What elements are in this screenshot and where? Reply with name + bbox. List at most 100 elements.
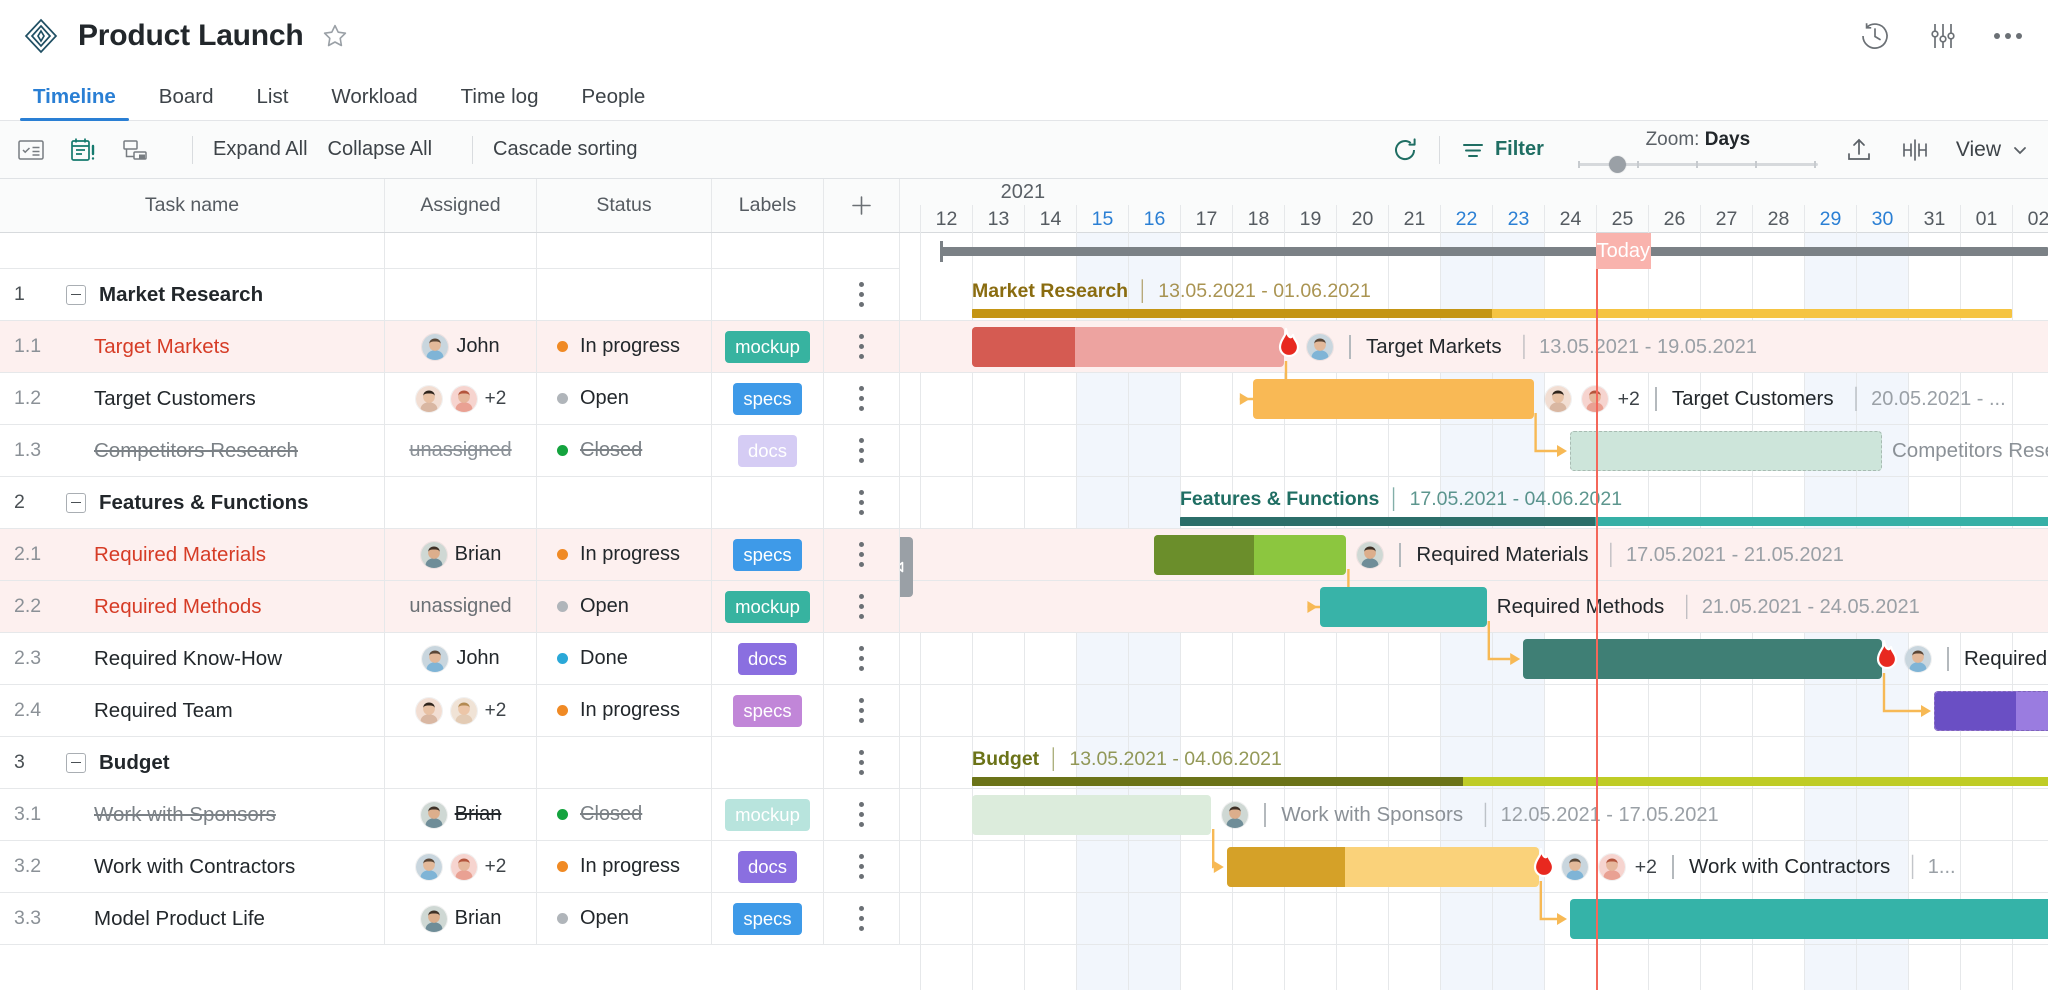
- kebab-menu-icon[interactable]: [859, 386, 864, 411]
- cell-task-name[interactable]: 1.2 Target Customers: [0, 373, 385, 424]
- cell-labels[interactable]: mockup: [712, 789, 824, 840]
- day-column-header[interactable]: 21: [1388, 205, 1440, 233]
- task-name-label[interactable]: Model Product Life: [66, 907, 265, 931]
- cell-status[interactable]: Closed: [537, 425, 712, 476]
- checklist-icon[interactable]: [16, 135, 46, 165]
- kebab-menu-icon[interactable]: [859, 906, 864, 931]
- day-column-header[interactable]: 02: [2012, 205, 2048, 233]
- filter-button[interactable]: Filter: [1460, 137, 1544, 163]
- day-column-header[interactable]: 17: [1180, 205, 1232, 233]
- cell-task-name[interactable]: 3.2 Work with Contractors: [0, 841, 385, 892]
- gantt-task-bar[interactable]: [1570, 431, 1882, 471]
- task-name-label[interactable]: Competitors Research: [66, 439, 298, 463]
- avatar[interactable]: [419, 800, 448, 829]
- cell-task-name[interactable]: 1.3 Competitors Research: [0, 425, 385, 476]
- cell-labels[interactable]: [712, 737, 824, 788]
- cell-labels[interactable]: specs: [712, 893, 824, 944]
- star-favorite-icon[interactable]: [322, 23, 348, 49]
- cell-row-menu[interactable]: [824, 529, 900, 580]
- gantt-task-bar[interactable]: [1226, 847, 1539, 887]
- day-column-header[interactable]: 14: [1024, 205, 1076, 233]
- gantt-summary-bar[interactable]: Budget │ 13.05.2021 - 04.06.2021: [972, 748, 2048, 786]
- sliders-settings-icon[interactable]: [1926, 19, 1960, 53]
- table-row[interactable]: 2.1 Required Materials Brian In progress spe…: [0, 529, 900, 581]
- table-row[interactable]: 2.3 Required Know-How John Done docs: [0, 633, 900, 685]
- cell-status[interactable]: Closed: [537, 789, 712, 840]
- cell-row-menu[interactable]: [824, 737, 900, 788]
- cell-labels[interactable]: docs: [712, 425, 824, 476]
- collapse-toggle-icon[interactable]: [66, 492, 86, 513]
- status-badge[interactable]: specs: [733, 538, 802, 571]
- day-column-header[interactable]: 20: [1336, 205, 1388, 233]
- cell-labels[interactable]: docs: [712, 841, 824, 892]
- column-header-status[interactable]: Status: [537, 179, 712, 232]
- cell-labels[interactable]: [712, 477, 824, 528]
- cell-status[interactable]: Open: [537, 893, 712, 944]
- task-name-label[interactable]: Target Customers: [66, 387, 256, 411]
- tab-workload[interactable]: Workload: [318, 85, 430, 120]
- day-column-header[interactable]: 26: [1648, 205, 1700, 233]
- cell-assigned[interactable]: unassigned: [385, 425, 537, 476]
- kebab-menu-icon[interactable]: [859, 334, 864, 359]
- avatar[interactable]: [419, 540, 448, 569]
- table-row[interactable]: 3.2 Work with Contractors +2 In progress doc…: [0, 841, 900, 893]
- cell-labels[interactable]: docs: [712, 633, 824, 684]
- cell-status[interactable]: Open: [537, 373, 712, 424]
- kebab-menu-icon[interactable]: [859, 698, 864, 723]
- gantt-summary-bar[interactable]: Market Research │ 13.05.2021 - 01.06.2021: [972, 280, 2012, 318]
- kebab-menu-icon[interactable]: [859, 490, 864, 515]
- column-header-labels[interactable]: Labels: [712, 179, 824, 232]
- table-row[interactable]: 1.3 Competitors Research unassigned Closed d…: [0, 425, 900, 477]
- cell-status[interactable]: In progress: [537, 685, 712, 736]
- history-clock-icon[interactable]: [1858, 19, 1892, 53]
- avatar[interactable]: [419, 904, 448, 933]
- day-column-header[interactable]: 18: [1232, 205, 1284, 233]
- cell-task-name[interactable]: 2.1 Required Materials: [0, 529, 385, 580]
- task-name-label[interactable]: Required Methods: [66, 595, 262, 619]
- cell-status[interactable]: [537, 737, 712, 788]
- status-badge[interactable]: specs: [733, 694, 802, 727]
- hierarchy-icon[interactable]: [120, 135, 150, 165]
- tab-time-log[interactable]: Time log: [448, 85, 552, 120]
- task-name-label[interactable]: Required Team: [66, 699, 233, 723]
- kebab-menu-icon[interactable]: [859, 802, 864, 827]
- tab-people[interactable]: People: [569, 85, 659, 120]
- avatar[interactable]: [1580, 385, 1609, 413]
- table-row[interactable]: 1.1 Target Markets John In progress mockup: [0, 321, 900, 373]
- cascade-sorting-button[interactable]: Cascade sorting: [493, 138, 638, 161]
- day-column-header[interactable]: 22: [1440, 205, 1492, 233]
- view-button[interactable]: View: [1956, 138, 2030, 162]
- cell-assigned[interactable]: unassigned: [385, 581, 537, 632]
- gantt-task-bar[interactable]: [1320, 587, 1487, 627]
- avatar[interactable]: [414, 384, 443, 413]
- cell-row-menu[interactable]: [824, 633, 900, 684]
- table-row[interactable]: 2.2 Required Methods unassigned Open mockup: [0, 581, 900, 633]
- fit-to-screen-icon[interactable]: [1900, 135, 1930, 165]
- cell-task-name[interactable]: 2.3 Required Know-How: [0, 633, 385, 684]
- avatar[interactable]: [1356, 541, 1385, 569]
- day-column-header[interactable]: 30: [1856, 205, 1908, 233]
- cell-assigned[interactable]: [385, 269, 537, 320]
- cell-assigned[interactable]: Brian: [385, 893, 537, 944]
- day-column-header[interactable]: 25: [1596, 205, 1648, 233]
- table-row[interactable]: 3.1 Work with Sponsors Brian Closed mockup: [0, 789, 900, 841]
- cell-row-menu[interactable]: [824, 321, 900, 372]
- status-badge[interactable]: specs: [733, 902, 802, 935]
- status-badge[interactable]: docs: [737, 434, 798, 467]
- cell-task-name[interactable]: 3.1 Work with Sponsors: [0, 789, 385, 840]
- avatar[interactable]: [1597, 853, 1626, 881]
- table-row[interactable]: 3.3 Model Product Life Brian Open specs: [0, 893, 900, 945]
- status-badge[interactable]: docs: [737, 642, 798, 675]
- cell-labels[interactable]: mockup: [712, 581, 824, 632]
- gantt-task-bar[interactable]: [1570, 899, 2048, 939]
- status-badge[interactable]: mockup: [725, 590, 810, 623]
- day-column-header[interactable]: 01: [1960, 205, 2012, 233]
- gantt-task-bar[interactable]: [1523, 639, 1882, 679]
- slider-knob[interactable]: [1608, 155, 1626, 173]
- cell-status[interactable]: [537, 477, 712, 528]
- day-column-header[interactable]: 15: [1076, 205, 1128, 233]
- avatar[interactable]: [449, 384, 478, 413]
- collapse-panel-handle[interactable]: [900, 537, 913, 597]
- cell-row-menu[interactable]: [824, 685, 900, 736]
- cell-assigned[interactable]: John: [385, 633, 537, 684]
